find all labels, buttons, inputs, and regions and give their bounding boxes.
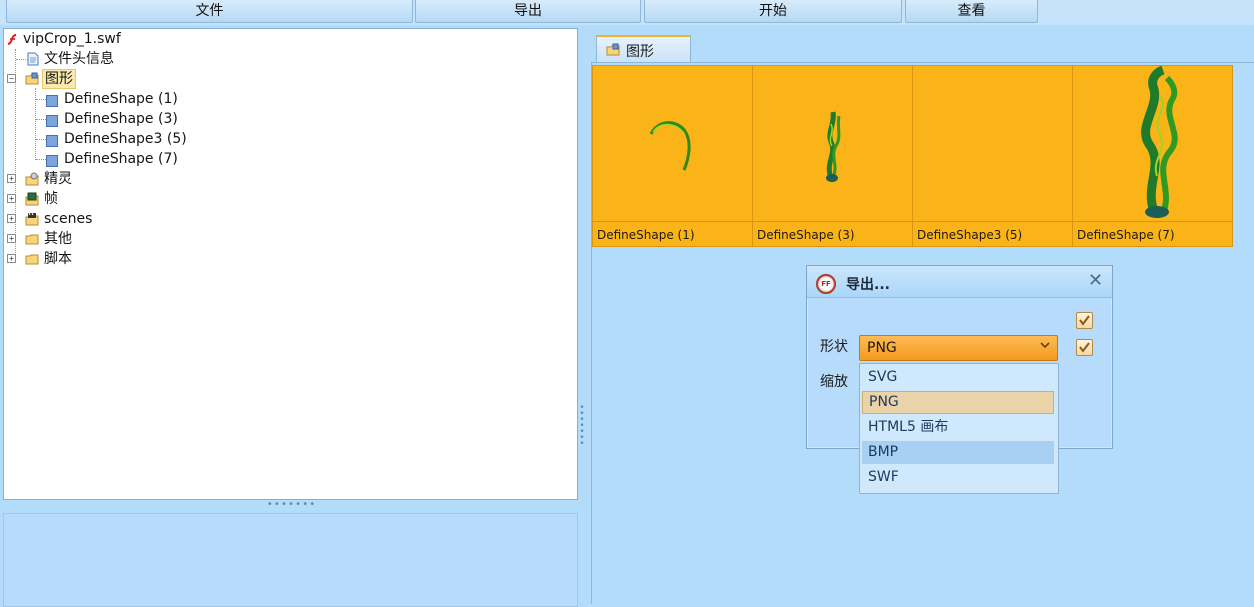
shape-icon — [46, 93, 58, 107]
scale-label: 缩放 — [820, 374, 848, 390]
shape-icon — [46, 133, 58, 147]
dialog-title-bar[interactable]: FF 导出... ✕ — [807, 266, 1112, 298]
frames-icon — [25, 192, 39, 206]
flash-file-icon — [5, 32, 19, 46]
tree-item-frames[interactable]: + 帧 — [4, 189, 574, 209]
format-combobox[interactable]: PNG — [859, 335, 1058, 361]
tag-tree[interactable]: vipCrop_1.swf 文件头信息 − 图形 DefineShape (1)… — [3, 28, 578, 500]
thumbnail-shape-7[interactable]: DefineShape (7) — [1072, 65, 1233, 247]
menu-start[interactable]: 开始 — [644, 0, 902, 23]
option-svg[interactable]: SVG — [862, 366, 1054, 389]
tree-label: DefineShape3 (5) — [64, 131, 187, 147]
horizontal-splitter[interactable]: • • • • • • • — [3, 500, 578, 512]
shape-icon — [46, 153, 58, 167]
shape-preview — [1141, 66, 1178, 218]
tree-item-scenes[interactable]: + scenes — [4, 209, 574, 229]
tree-label: 精灵 — [44, 171, 72, 187]
tree-item-header[interactable]: 文件头信息 — [4, 49, 574, 69]
details-panel — [3, 513, 578, 607]
tree-label: 图形 — [42, 69, 76, 89]
tree-label: 帧 — [44, 191, 58, 207]
thumbnail-label: DefineShape (1) — [597, 228, 695, 242]
thumbnail-shape-1[interactable]: DefineShape (1) — [592, 65, 753, 247]
thumbnail-label: DefineShape (7) — [1077, 228, 1175, 242]
option-html5-canvas[interactable]: HTML5 画布 — [862, 416, 1054, 439]
format-dropdown-list: SVG PNG HTML5 画布 BMP SWF — [859, 363, 1059, 494]
menu-export[interactable]: 导出 — [415, 0, 641, 23]
dialog-title: 导出... — [846, 277, 890, 293]
tree-item-shape[interactable]: DefineShape3 (5) — [4, 129, 574, 149]
tab-shapes[interactable]: 图形 — [596, 35, 691, 62]
tree-label: DefineShape (1) — [64, 91, 178, 107]
tree-item-other[interactable]: + 其他 — [4, 229, 574, 249]
expand-icon[interactable]: + — [7, 254, 16, 263]
collapse-icon[interactable]: − — [7, 74, 16, 83]
chevron-down-icon — [1039, 339, 1051, 354]
folder-icon — [25, 232, 39, 246]
checkbox-1[interactable] — [1076, 312, 1093, 329]
menu-bar: 文件 导出 开始 查看 — [0, 0, 1254, 25]
tree-item-shape[interactable]: DefineShape (3) — [4, 109, 574, 129]
tree-label: 文件头信息 — [44, 51, 114, 67]
shape-label: 形状 — [820, 339, 848, 355]
option-bmp[interactable]: BMP — [862, 441, 1054, 464]
tree-label: vipCrop_1.swf — [23, 31, 121, 47]
tree-item-shape[interactable]: DefineShape (1) — [4, 89, 574, 109]
thumbnail-shape3-5[interactable]: DefineShape3 (5) — [912, 65, 1073, 247]
expand-icon[interactable]: + — [7, 174, 16, 183]
expand-icon[interactable]: + — [7, 214, 16, 223]
option-swf[interactable]: SWF — [862, 466, 1054, 489]
thumbnail-label: DefineShape (3) — [757, 228, 855, 242]
expand-icon[interactable]: + — [7, 194, 16, 203]
checkbox-2[interactable] — [1076, 339, 1093, 356]
thumbnail-shape-3[interactable]: DefineShape (3) — [752, 65, 913, 247]
option-png[interactable]: PNG — [862, 391, 1054, 414]
menu-view[interactable]: 查看 — [905, 0, 1038, 23]
tree-label: DefineShape (3) — [64, 111, 178, 127]
checkmark-icon — [1079, 342, 1090, 353]
close-icon[interactable]: ✕ — [1088, 272, 1103, 290]
vertical-splitter[interactable]: • • • • • • • — [579, 404, 585, 451]
tree-label: scenes — [44, 211, 93, 227]
tree-item-shape[interactable]: DefineShape (7) — [4, 149, 574, 169]
tree-item-shapes[interactable]: − 图形 — [4, 69, 574, 89]
menu-file[interactable]: 文件 — [6, 0, 413, 23]
shape-preview — [826, 111, 841, 182]
scenes-icon — [25, 212, 39, 226]
folder-shapes-icon — [25, 72, 39, 86]
folder-shapes-icon — [606, 43, 620, 57]
tree-label: 其他 — [44, 231, 72, 247]
expand-icon[interactable]: + — [7, 234, 16, 243]
folder-icon — [25, 252, 39, 266]
tree-label: 脚本 — [44, 251, 72, 267]
shape-icon — [46, 113, 58, 127]
ffdec-logo-icon: FF — [816, 274, 836, 294]
tab-label: 图形 — [626, 44, 654, 60]
tree-label: DefineShape (7) — [64, 151, 178, 167]
thumbnail-label: DefineShape3 (5) — [917, 228, 1023, 242]
tree-item-scripts[interactable]: + 脚本 — [4, 249, 574, 269]
sprite-folder-icon — [25, 172, 39, 186]
tree-item-sprites[interactable]: + 精灵 — [4, 169, 574, 189]
document-icon — [26, 52, 40, 66]
tree-item-root[interactable]: vipCrop_1.swf — [4, 29, 574, 49]
combobox-value: PNG — [867, 340, 897, 356]
shape-preview — [649, 121, 691, 171]
checkmark-icon — [1079, 315, 1090, 326]
